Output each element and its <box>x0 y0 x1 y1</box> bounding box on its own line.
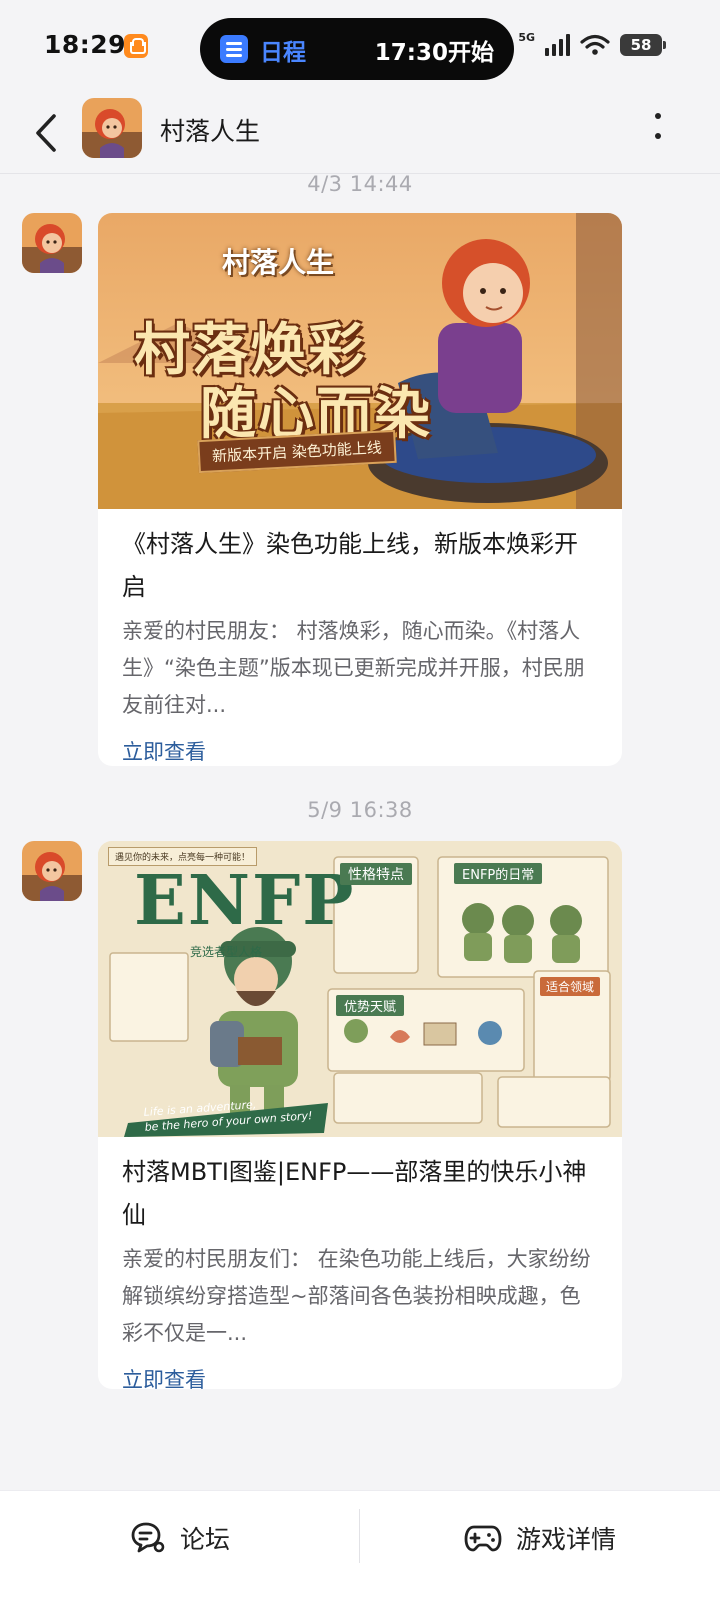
more-icon[interactable] <box>646 108 670 144</box>
article-title: 《村落人生》染色功能上线，新版本焕彩开启 <box>122 530 578 601</box>
bottom-nav: 论坛 游戏详情 <box>0 1490 720 1600</box>
article-summary: 亲爱的村民朋友： 村落焕彩，随心而染。《村落人生》“染色主题”版本现已更新完成并… <box>122 619 585 717</box>
gamepad-icon <box>464 1525 502 1552</box>
forum-chat-icon <box>131 1522 165 1553</box>
view-now-link[interactable]: 立即查看 <box>122 1364 206 1389</box>
box-strength-title: 优势天赋 <box>336 995 405 1016</box>
message-feed[interactable]: 4/3 14:44 村落人生 村落焕彩 随心而染 新版本开启 染色功能上线 《村… <box>0 174 720 1490</box>
message-timestamp: 4/3 14:44 <box>307 174 413 196</box>
wifi-icon <box>580 34 610 55</box>
island-title: 日程 <box>260 40 306 66</box>
battery-icon: 58 <box>620 34 666 56</box>
forum-label: 论坛 <box>179 1525 230 1554</box>
banner-subtitle: 竞选者型人格 <box>190 945 263 959</box>
box-daily-title: ENFP的日常 <box>454 863 543 884</box>
island-time: 17:30开始 <box>374 40 494 66</box>
game-details-button[interactable]: 游戏详情 <box>360 1483 720 1593</box>
article-card[interactable]: 村落人生 村落焕彩 随心而染 新版本开启 染色功能上线 《村落人生》染色功能上线… <box>98 213 622 766</box>
game-details-label: 游戏详情 <box>515 1525 616 1554</box>
view-now-link[interactable]: 立即查看 <box>122 736 206 766</box>
network-label: 5G <box>518 30 535 44</box>
box-traits-title: 性格特点 <box>340 863 412 885</box>
article-summary: 亲爱的村民朋友们： 在染色功能上线后，大家纷纷解锁缤纷穿搭造型~部落间各色装扮相… <box>122 1247 591 1345</box>
status-time: 18:29 <box>44 30 127 59</box>
calendar-icon <box>220 35 248 63</box>
avatar[interactable] <box>22 841 82 901</box>
signal-icon <box>545 34 570 56</box>
box-field-title: 适合领域 <box>540 977 601 996</box>
banner-big-title: ENFP <box>134 861 356 941</box>
back-arrow-icon[interactable] <box>28 110 68 156</box>
article-title: 村落MBTI图鉴|ENFP——部落里的快乐小神仙 <box>122 1158 587 1229</box>
banner-image-enfp: 遇见你的未来，点亮每一种可能！ ENFP 竞选者型人格 性格特点 ENFP的日常… <box>98 841 622 1137</box>
message-timestamp: 5/9 16:38 <box>307 798 413 822</box>
status-bar: 18:29 日程 17:30开始 5G 58 <box>0 0 720 92</box>
banner-image-dye: 村落人生 村落焕彩 随心而染 新版本开启 染色功能上线 <box>98 213 622 509</box>
avatar[interactable] <box>82 98 142 158</box>
dynamic-island-schedule[interactable]: 日程 17:30开始 <box>200 18 514 80</box>
forum-button[interactable]: 论坛 <box>0 1483 360 1593</box>
page-title: 村落人生 <box>160 117 261 146</box>
avatar[interactable] <box>22 213 82 273</box>
banner-logo: 村落人生 <box>222 246 335 279</box>
chat-header: 村落人生 <box>0 92 720 174</box>
article-card[interactable]: 遇见你的未来，点亮每一种可能！ ENFP 竞选者型人格 性格特点 ENFP的日常… <box>98 841 622 1389</box>
shopping-bag-icon <box>124 34 148 58</box>
status-icons: 5G 58 <box>518 30 666 60</box>
